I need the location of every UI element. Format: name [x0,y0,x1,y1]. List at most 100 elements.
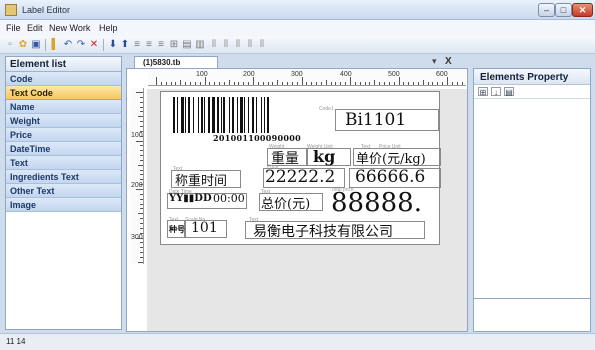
cursor-position: 11 14 [6,337,26,346]
align-middle-icon[interactable]: ⫴ [220,38,232,51]
element-item-datetime[interactable]: DateTime [6,142,121,156]
ruler-tick [369,82,371,85]
ruler-tick [140,252,143,254]
ruler-tick [194,82,196,85]
ruler-tick [136,92,143,93]
title-bar: Label Editor – □ ✕ [0,0,595,20]
ruler-tick [170,82,172,85]
ruler-tick [138,116,143,118]
align-left-icon[interactable]: ≡ [131,38,143,51]
ruler-tick [393,82,395,85]
menu-bar: File Edit New Work Help [0,20,595,36]
ruler-tick [286,82,288,85]
ruler-tick [204,77,206,85]
ruler-tick [140,184,143,186]
ruler-tick [267,82,269,85]
ruler-tick [140,174,143,176]
close-document-icon[interactable]: X [445,56,452,67]
size-icon[interactable]: ⫴ [256,38,268,51]
align-top-icon[interactable]: ⫴ [208,38,220,51]
redo-icon[interactable]: ↷ [75,38,87,51]
ruler-tick [330,82,332,85]
highlight-icon[interactable]: ▌ [49,38,61,51]
distribute-icon[interactable]: ⫴ [244,38,256,51]
new-file-icon[interactable]: ▫ [4,38,16,51]
ruler-tick [335,82,337,85]
ruler-tick [316,82,318,85]
element-list-panel: Element list Code Text Code Name Weight … [5,56,122,330]
element-item-weight[interactable]: Weight [6,114,121,128]
unit-price-value: 66666.6 [355,167,426,187]
grid-icon[interactable]: ⊞ [168,38,180,51]
align-right-icon[interactable]: ≡ [155,38,167,51]
move-up-icon[interactable]: ⬆ [119,38,131,51]
ruler-tick [228,80,230,85]
ruler-tick [413,82,415,85]
label-canvas[interactable]: 201001100090000 Code1 Bi1101 Weight Weig… [160,91,441,245]
barcode-bar [267,97,270,133]
menu-new-work[interactable]: New Work [49,23,90,33]
barcode-bar [220,97,222,133]
frame-icon[interactable]: ▤ [181,38,193,51]
barcode-bar [197,97,199,133]
fit-icon[interactable]: ▥ [194,38,206,51]
delete-icon[interactable]: ✕ [88,38,100,51]
ruler-tick [140,256,143,258]
element-item-ingredients-text[interactable]: Ingredients Text [6,170,121,184]
ruler-tick [140,198,143,200]
minimize-button[interactable]: – [538,3,555,17]
element-item-price[interactable]: Price [6,128,121,142]
maximize-button[interactable]: □ [555,3,572,17]
ruler-tick [140,232,143,234]
categorized-icon[interactable]: ⊞ [478,87,488,97]
status-bar: 11 14 [0,333,595,350]
ruler-tick [296,82,298,85]
save-icon[interactable]: ▣ [30,38,42,51]
barcode[interactable] [173,97,333,133]
app-icon [5,4,17,16]
barcode-bar [264,97,266,133]
name-label: 称重时间 [175,174,228,189]
pin-dropdown-icon[interactable]: ▾ [432,56,437,67]
unit-price-label: 单价(元/kg) [356,152,426,167]
move-down-icon[interactable]: ⬇ [107,38,119,51]
barcode-bar [239,97,243,133]
open-folder-icon[interactable]: ✿ [17,38,29,51]
element-item-text-code[interactable]: Text Code [6,86,121,100]
sort-alpha-icon[interactable]: ↓ [491,87,501,97]
ruler-tick [383,82,385,85]
ruler-tick [340,82,342,85]
window-title: Label Editor [22,5,71,15]
total-value: 88888. [331,188,422,218]
align-bottom-icon[interactable]: ⫴ [232,38,244,51]
ruler-tick [140,135,143,137]
ruler-tick [140,130,143,132]
element-item-image[interactable]: Image [6,198,121,212]
ruler-tick [140,218,143,220]
menu-edit[interactable]: Edit [27,23,43,33]
element-item-code[interactable]: Code [6,72,121,86]
align-center-icon[interactable]: ≡ [143,38,155,51]
ruler-tick [140,222,143,224]
elements-property-header: Elements Property [474,69,590,85]
property-pages-icon[interactable]: ▤ [504,87,514,97]
element-item-other-text[interactable]: Other Text [6,184,121,198]
menu-help[interactable]: Help [99,23,118,33]
ruler-tick [398,77,400,85]
barcode-bar [252,97,254,133]
ruler-tick [175,82,177,85]
ruler-tick [136,237,143,239]
close-window-button[interactable]: ✕ [572,3,593,17]
barcode-bar [248,97,250,133]
time-value: 00:00 [213,192,245,205]
barcode-bar [204,97,206,133]
ruler-tick [350,77,351,85]
ruler-tick [140,169,143,171]
barcode-bar [260,97,262,133]
element-item-text[interactable]: Text [6,156,121,170]
barcode-bar [223,97,226,133]
element-item-name[interactable]: Name [6,100,121,114]
menu-file[interactable]: File [6,23,21,33]
undo-icon[interactable]: ↶ [62,38,74,51]
barcode-bar [255,97,257,133]
